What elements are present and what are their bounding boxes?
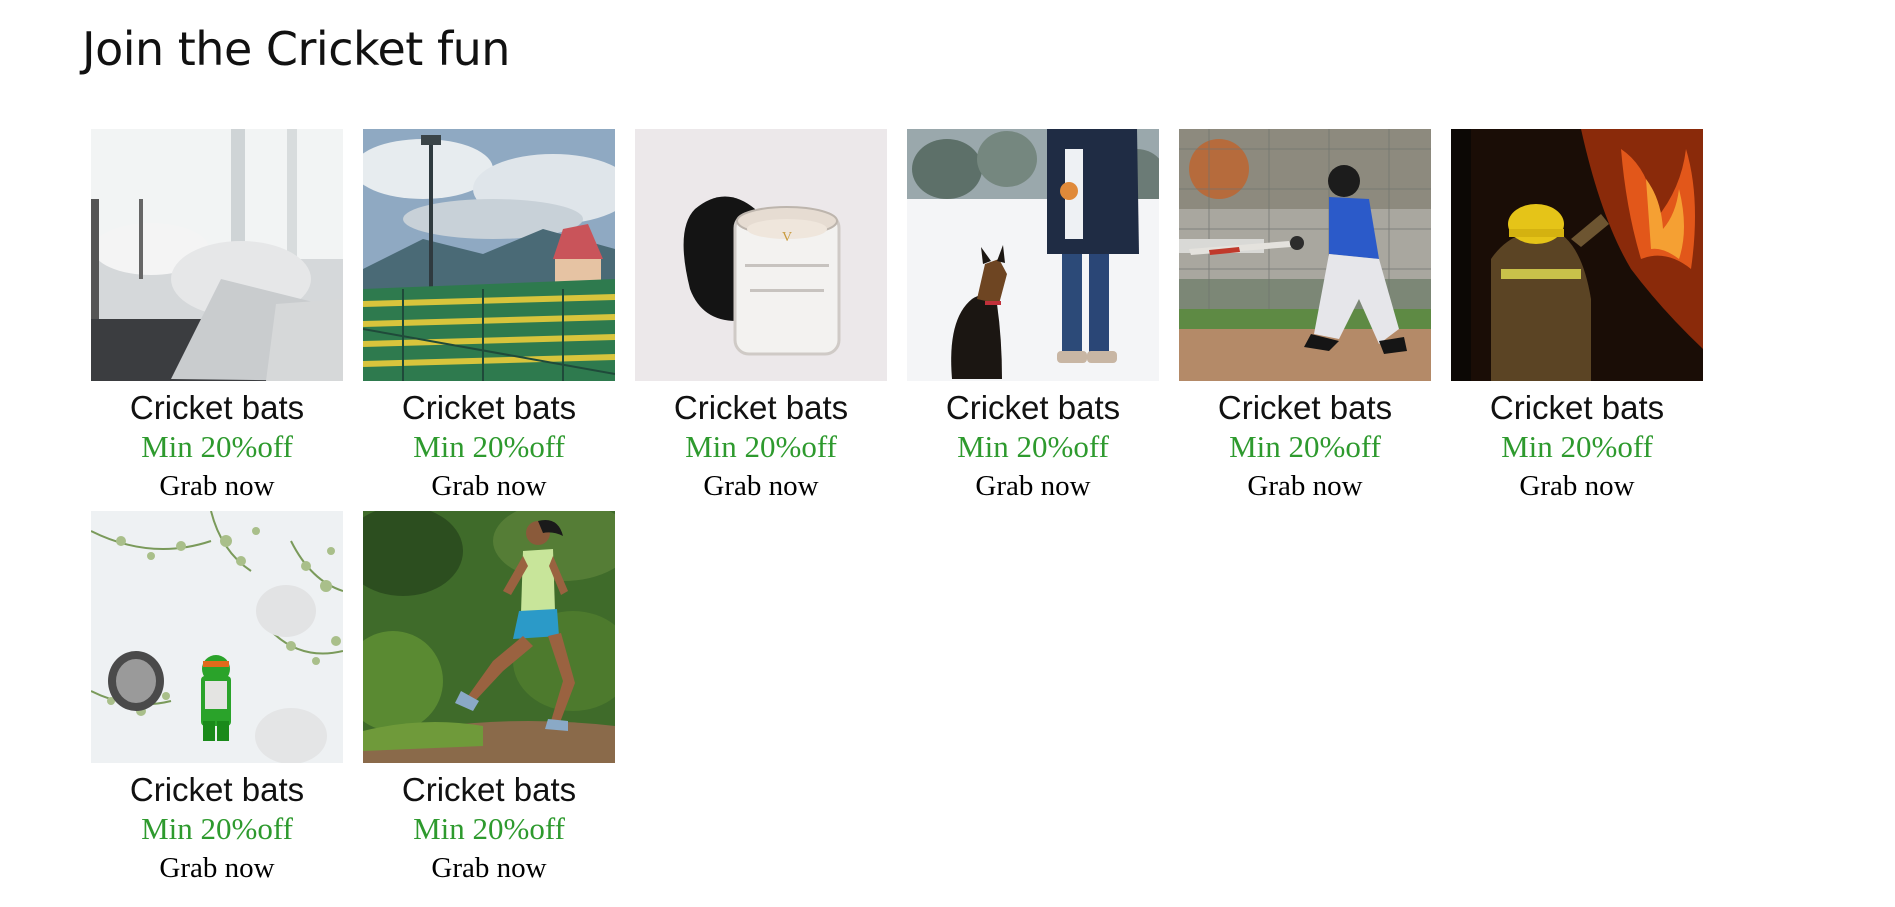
product-card[interactable]: Cricket bats Min 20%off Grab now bbox=[1451, 129, 1703, 505]
product-image[interactable] bbox=[1179, 129, 1431, 381]
product-image[interactable] bbox=[363, 511, 615, 763]
product-grid: Cricket bats Min 20%off Grab now Cricket… bbox=[91, 129, 1731, 887]
product-offer: Min 20%off bbox=[413, 429, 565, 464]
grab-now-link[interactable]: Grab now bbox=[159, 849, 274, 887]
product-title[interactable]: Cricket bats bbox=[130, 389, 304, 427]
product-card[interactable]: Cricket bats Min 20%off Grab now bbox=[91, 129, 343, 505]
product-offer: Min 20%off bbox=[141, 429, 293, 464]
product-card[interactable]: Cricket bats Min 20%off Grab now bbox=[907, 129, 1159, 505]
product-card[interactable]: Cricket bats Min 20%off Grab now bbox=[363, 511, 615, 887]
grab-now-link[interactable]: Grab now bbox=[703, 467, 818, 505]
product-image[interactable] bbox=[91, 511, 343, 763]
product-title[interactable]: Cricket bats bbox=[946, 389, 1120, 427]
product-title[interactable]: Cricket bats bbox=[402, 389, 576, 427]
section-title: Join the Cricket fun bbox=[82, 22, 510, 76]
product-image[interactable] bbox=[363, 129, 615, 381]
product-image[interactable] bbox=[907, 129, 1159, 381]
product-title[interactable]: Cricket bats bbox=[402, 771, 576, 809]
product-offer: Min 20%off bbox=[1229, 429, 1381, 464]
product-title[interactable]: Cricket bats bbox=[674, 389, 848, 427]
product-offer: Min 20%off bbox=[413, 811, 565, 846]
product-title[interactable]: Cricket bats bbox=[1218, 389, 1392, 427]
product-image[interactable] bbox=[1451, 129, 1703, 381]
product-offer: Min 20%off bbox=[1501, 429, 1653, 464]
product-image[interactable]: V bbox=[635, 129, 887, 381]
product-card[interactable]: Cricket bats Min 20%off Grab now bbox=[1179, 129, 1431, 505]
product-image[interactable] bbox=[91, 129, 343, 381]
product-card[interactable]: Cricket bats Min 20%off Grab now bbox=[363, 129, 615, 505]
product-title[interactable]: Cricket bats bbox=[130, 771, 304, 809]
svg-text:V: V bbox=[782, 230, 792, 245]
grab-now-link[interactable]: Grab now bbox=[431, 849, 546, 887]
product-offer: Min 20%off bbox=[685, 429, 837, 464]
product-offer: Min 20%off bbox=[141, 811, 293, 846]
grab-now-link[interactable]: Grab now bbox=[975, 467, 1090, 505]
product-offer: Min 20%off bbox=[957, 429, 1109, 464]
grab-now-link[interactable]: Grab now bbox=[1519, 467, 1634, 505]
product-card[interactable]: Cricket bats Min 20%off Grab now bbox=[91, 511, 343, 887]
product-card[interactable]: V Cricket bats Min 20%off Grab now bbox=[635, 129, 887, 505]
grab-now-link[interactable]: Grab now bbox=[431, 467, 546, 505]
grab-now-link[interactable]: Grab now bbox=[1247, 467, 1362, 505]
grab-now-link[interactable]: Grab now bbox=[159, 467, 274, 505]
product-title[interactable]: Cricket bats bbox=[1490, 389, 1664, 427]
